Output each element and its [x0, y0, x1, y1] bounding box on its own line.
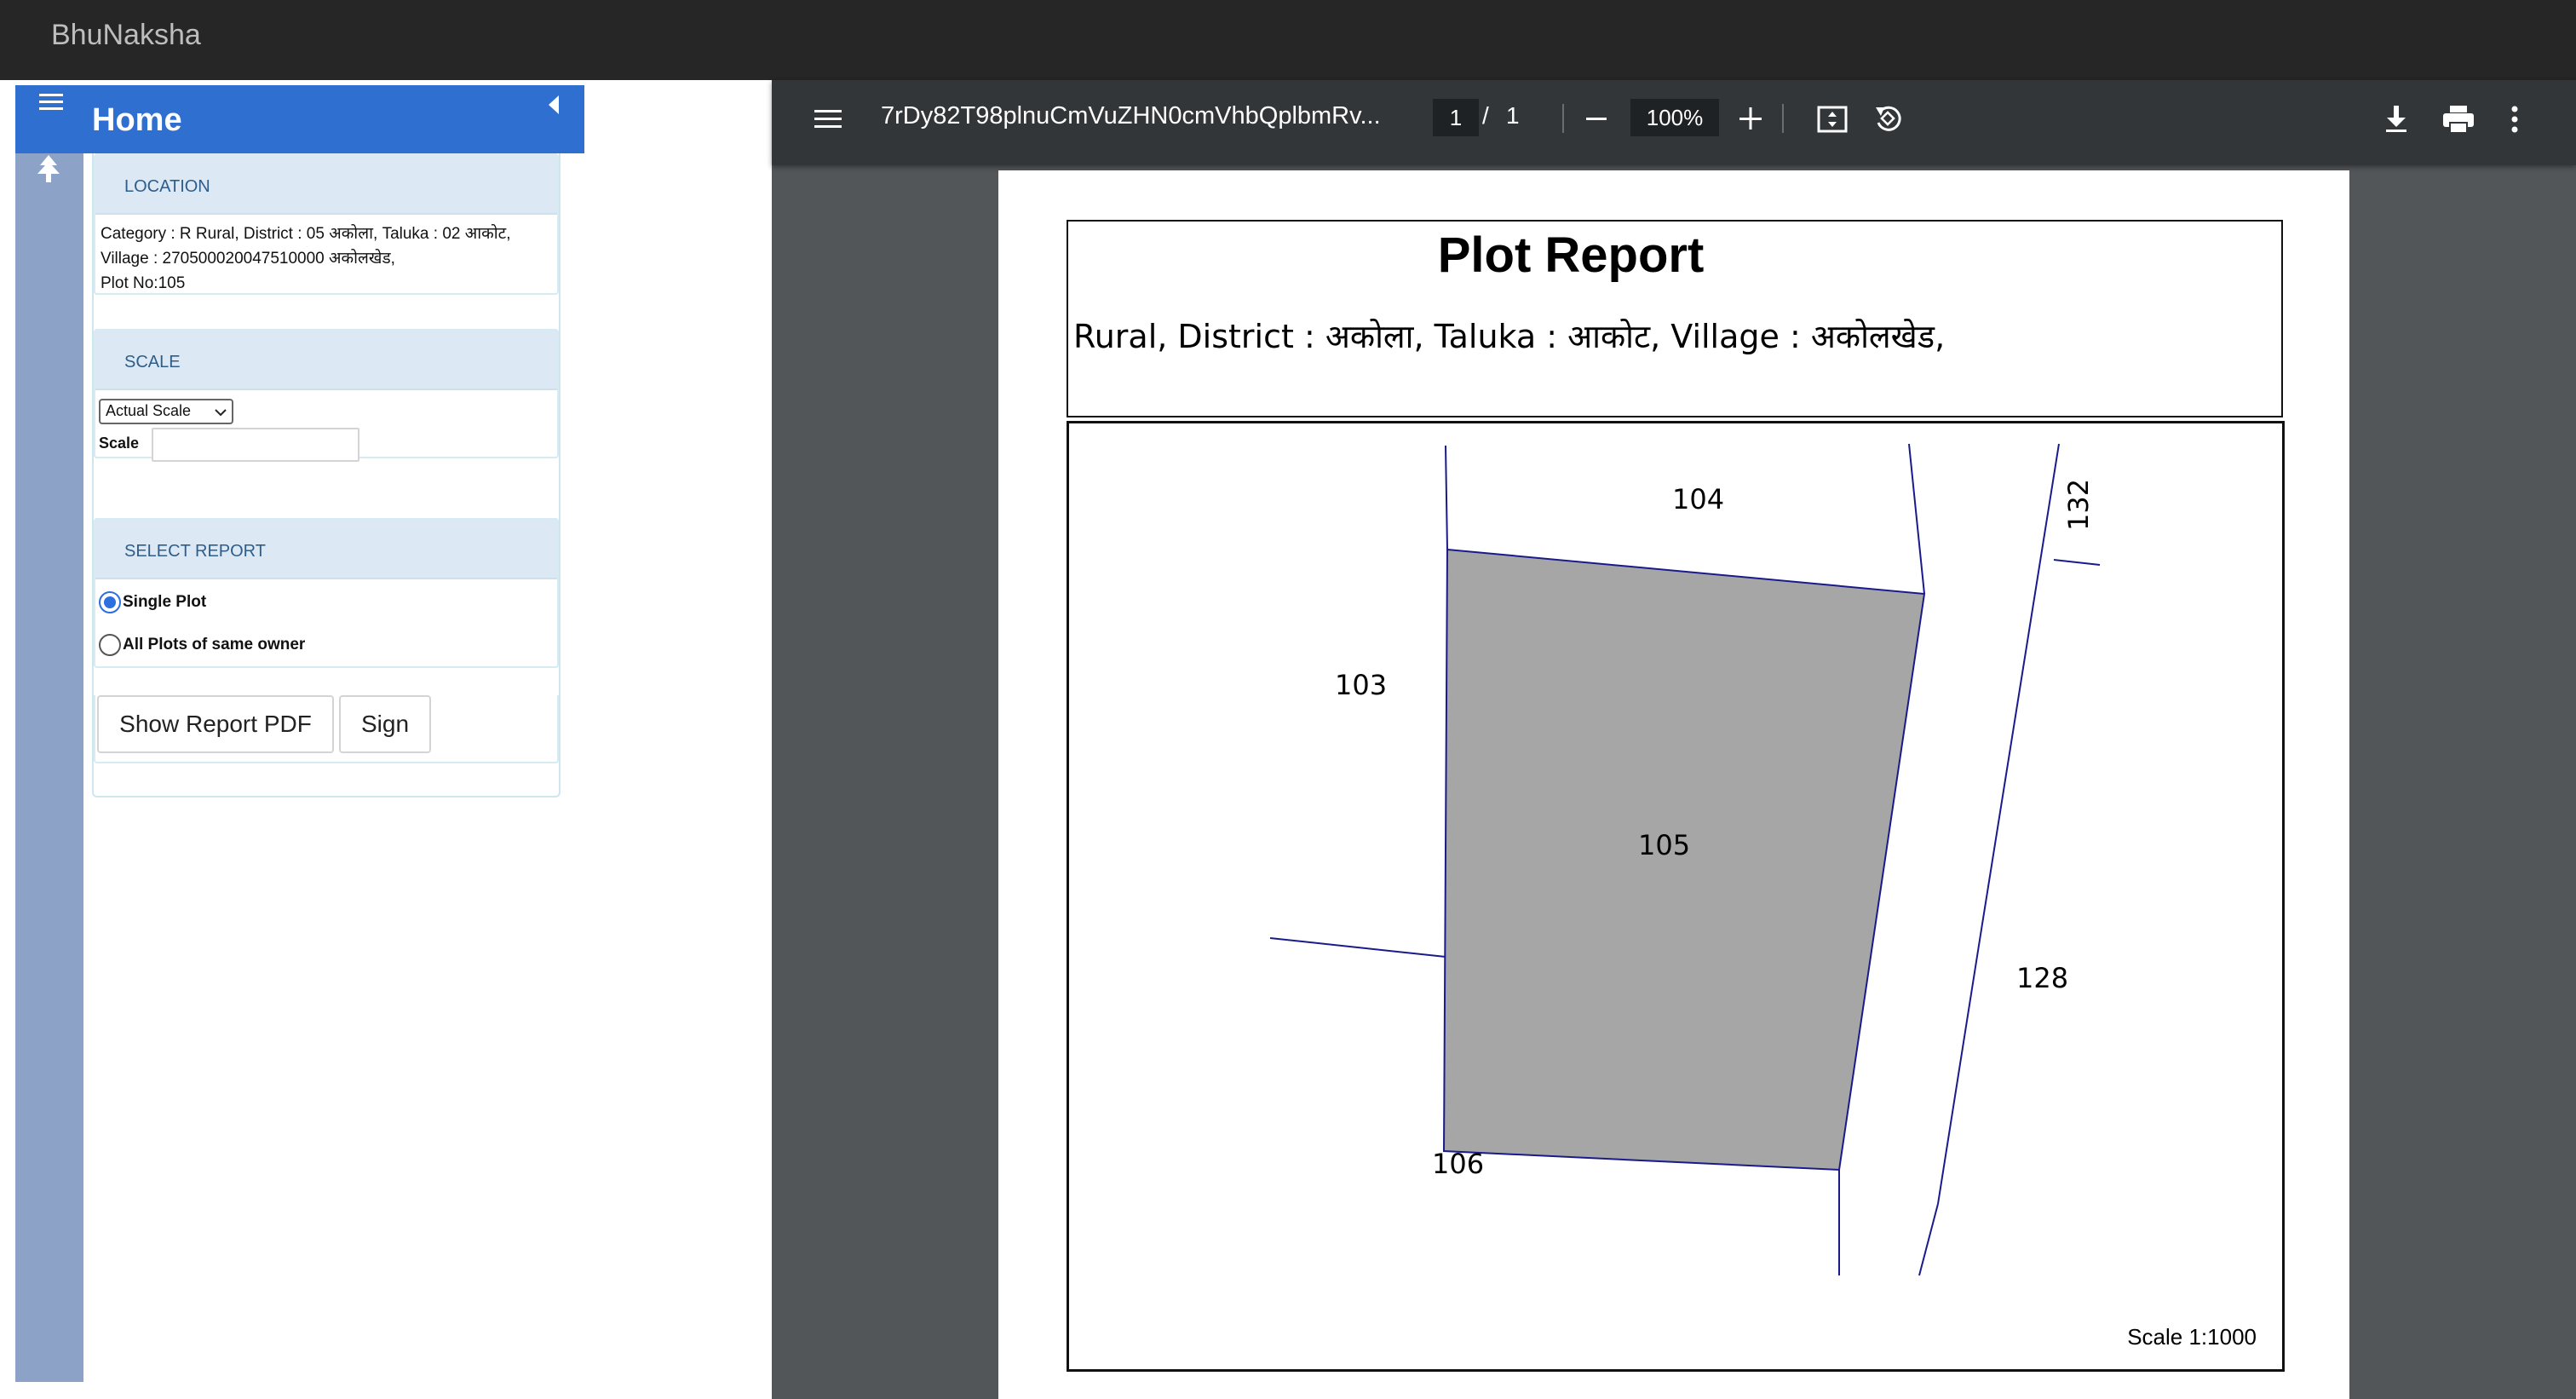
scale-select-value: Actual Scale	[106, 402, 192, 419]
plot-map-drawing: 104 103 105 128 106 132	[1269, 443, 2101, 1276]
print-icon[interactable]	[2441, 104, 2475, 135]
collapse-left-icon[interactable]	[545, 94, 564, 116]
zoom-level[interactable]: 100%	[1630, 99, 1719, 136]
location-line-plot: Plot No:105	[101, 274, 186, 292]
page-number-input[interactable]: 1	[1433, 99, 1479, 136]
location-heading: LOCATION	[95, 155, 557, 215]
scale-input[interactable]	[152, 428, 359, 462]
show-report-pdf-button[interactable]: Show Report PDF	[97, 695, 334, 753]
hamburger-menu-icon[interactable]	[37, 90, 65, 114]
pdf-page: Plot Report Rural, District : अकोला, Tal…	[998, 170, 2349, 1399]
plot-label-132: 132	[2062, 479, 2095, 531]
plot-label-105: 105	[1638, 829, 1690, 861]
boundary-line	[1918, 1203, 1939, 1276]
boundary-line	[1445, 445, 1448, 550]
scale-heading: SCALE	[95, 331, 557, 390]
scale-section: SCALE Actual Scale Scale	[94, 329, 559, 462]
single-plot-label: Single Plot	[123, 593, 207, 611]
page-separator: /	[1482, 102, 1489, 129]
location-details: Category : R Rural, District : 05 अकोला,…	[95, 215, 557, 302]
single-plot-option[interactable]: Single Plot	[99, 591, 206, 613]
scale-select[interactable]: Actual Scale	[99, 399, 233, 424]
action-buttons: Show Report PDF Sign	[94, 695, 559, 763]
all-plots-option[interactable]: All Plots of same owner	[99, 634, 305, 656]
page-total: 1	[1506, 102, 1520, 129]
pdf-toolbar: 7rDy82T98plnuCmVuZHN0cmVhbQplbmRv... 1 /…	[772, 80, 2576, 165]
home-title: Home	[92, 102, 182, 138]
report-title: Plot Report	[1437, 227, 1705, 283]
location-line-category: Category : R Rural, District : 05 अकोला,…	[101, 225, 511, 243]
rotate-icon[interactable]	[1871, 102, 1905, 135]
tree-icon[interactable]	[34, 153, 63, 184]
all-plots-label: All Plots of same owner	[123, 636, 306, 653]
location-line-village: Village : 270500020047510000 अकोलखेड,	[101, 250, 395, 268]
fit-page-icon[interactable]	[1816, 104, 1849, 135]
home-header: Home	[15, 85, 584, 153]
app-bar: BhuNaksha	[0, 0, 2576, 80]
report-subtitle: Rural, District : अकोला, Taluka : आकोट, …	[1073, 318, 1946, 355]
plot-map: 104 103 105 128 106 132 Scale 1:1000	[1067, 421, 2285, 1372]
boundary-line	[1908, 443, 1925, 595]
all-plots-radio[interactable]	[99, 634, 121, 656]
app-title: BhuNaksha	[51, 19, 201, 51]
plot-label-103: 103	[1335, 669, 1387, 701]
toolbar-divider	[1562, 104, 1564, 133]
location-section: LOCATION Category : R Rural, District : …	[94, 153, 559, 295]
left-sidebar-strip	[15, 85, 83, 1382]
pdf-viewer: 7rDy82T98plnuCmVuZHN0cmVhbQplbmRv... 1 /…	[772, 80, 2576, 1399]
boundary-line	[2053, 559, 2101, 566]
side-panel: LOCATION Category : R Rural, District : …	[92, 153, 561, 797]
report-title-box: Plot Report Rural, District : अकोला, Tal…	[1067, 220, 2283, 417]
toolbar-divider	[1782, 104, 1784, 133]
boundary-line	[1980, 443, 2060, 936]
select-report-section: SELECT REPORT Single Plot All Plots of s…	[94, 518, 559, 668]
plot-label-106: 106	[1432, 1148, 1484, 1180]
plot-label-128: 128	[2016, 962, 2068, 994]
boundary-line	[1269, 937, 1446, 958]
scale-note: Scale 1:1000	[2127, 1324, 2257, 1350]
menu-icon[interactable]	[813, 106, 843, 133]
plus-icon[interactable]	[1738, 106, 1763, 131]
minus-icon[interactable]	[1584, 106, 1608, 131]
plot-label-104: 104	[1672, 483, 1724, 515]
more-options-icon[interactable]	[2510, 104, 2520, 135]
select-report-heading: SELECT REPORT	[95, 520, 557, 579]
scale-label: Scale	[99, 435, 140, 452]
boundary-line	[1937, 934, 1981, 1205]
single-plot-radio[interactable]	[99, 591, 121, 613]
sign-button[interactable]: Sign	[339, 695, 431, 753]
chevron-down-icon	[215, 409, 227, 417]
pdf-file-name: 7rDy82T98plnuCmVuZHN0cmVhbQplbmRv...	[881, 102, 1381, 130]
download-icon[interactable]	[2382, 102, 2411, 135]
